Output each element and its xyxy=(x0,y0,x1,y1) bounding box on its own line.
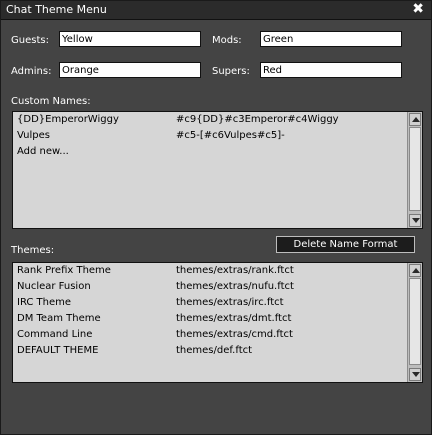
theme-name: DM Team Theme xyxy=(17,313,101,324)
list-item[interactable]: Vulpes #c5-[#c6Vulpes#c5]- xyxy=(13,128,408,144)
close-icon[interactable]: ✖ xyxy=(412,1,424,17)
themes-scrollbar[interactable] xyxy=(407,263,422,382)
delete-name-format-button[interactable]: Delete Name Format xyxy=(276,236,415,253)
custom-name: Vulpes xyxy=(17,130,50,141)
theme-path: themes/extras/nufu.ftct xyxy=(176,281,294,292)
theme-path: themes/extras/irc.ftct xyxy=(176,297,284,308)
list-item[interactable]: DM Team Theme themes/extras/dmt.ftct xyxy=(13,311,408,327)
theme-name: Nuclear Fusion xyxy=(17,281,91,292)
title-bar[interactable]: Chat Theme Menu ✖ xyxy=(1,1,431,20)
list-item[interactable]: Rank Prefix Theme themes/extras/rank.ftc… xyxy=(13,263,408,279)
scrollbar-thumb[interactable] xyxy=(409,278,421,365)
list-item[interactable]: {DD}EmperorWiggy #c9{DD}#c3Emperor#c4Wig… xyxy=(13,112,408,128)
admins-label: Admins: xyxy=(11,66,52,77)
window-title: Chat Theme Menu xyxy=(6,3,107,16)
custom-names-scrollbar[interactable] xyxy=(407,112,422,228)
custom-name: {DD}EmperorWiggy xyxy=(17,114,119,125)
scroll-up-button[interactable] xyxy=(409,113,421,126)
guests-color-field[interactable]: Yellow xyxy=(59,31,201,47)
triangle-up-icon xyxy=(412,268,420,273)
triangle-down-icon xyxy=(412,372,420,377)
guests-label: Guests: xyxy=(11,35,49,46)
theme-name: Command Line xyxy=(17,329,93,340)
list-item[interactable]: Command Line themes/extras/cmd.ftct xyxy=(13,327,408,343)
scrollbar-thumb[interactable] xyxy=(409,127,421,211)
custom-names-label: Custom Names: xyxy=(11,96,91,107)
theme-path: themes/extras/cmd.ftct xyxy=(176,329,293,340)
theme-name: DEFAULT THEME xyxy=(17,345,99,356)
theme-name: Rank Prefix Theme xyxy=(17,265,111,276)
triangle-up-icon xyxy=(412,117,420,122)
admins-color-field[interactable]: Orange xyxy=(59,62,201,78)
scroll-up-button[interactable] xyxy=(409,264,421,277)
list-item[interactable]: IRC Theme themes/extras/irc.ftct xyxy=(13,295,408,311)
mods-label: Mods: xyxy=(212,35,242,46)
list-item[interactable]: Nuclear Fusion themes/extras/nufu.ftct xyxy=(13,279,408,295)
theme-path: themes/extras/dmt.ftct xyxy=(176,313,292,324)
add-new-item[interactable]: Add new... xyxy=(13,144,408,160)
supers-label: Supers: xyxy=(212,66,250,77)
scroll-down-button[interactable] xyxy=(409,368,421,381)
custom-names-list: {DD}EmperorWiggy #c9{DD}#c3Emperor#c4Wig… xyxy=(12,111,423,229)
themes-list: Rank Prefix Theme themes/extras/rank.ftc… xyxy=(12,262,423,383)
theme-name: IRC Theme xyxy=(17,297,72,308)
triangle-down-icon xyxy=(412,218,420,223)
theme-path: themes/extras/rank.ftct xyxy=(176,265,294,276)
mods-color-field[interactable]: Green xyxy=(260,31,402,47)
list-item[interactable]: DEFAULT THEME themes/def.ftct xyxy=(13,343,408,359)
add-new-label: Add new... xyxy=(17,146,69,157)
scroll-down-button[interactable] xyxy=(409,214,421,227)
themes-label: Themes: xyxy=(11,245,55,256)
theme-path: themes/def.ftct xyxy=(176,345,253,356)
chat-theme-window: Chat Theme Menu ✖ Guests: Yellow Mods: G… xyxy=(0,0,432,435)
supers-color-field[interactable]: Red xyxy=(260,62,402,78)
custom-name-format: #c9{DD}#c3Emperor#c4Wiggy xyxy=(176,114,339,125)
custom-name-format: #c5-[#c6Vulpes#c5]- xyxy=(176,130,285,141)
